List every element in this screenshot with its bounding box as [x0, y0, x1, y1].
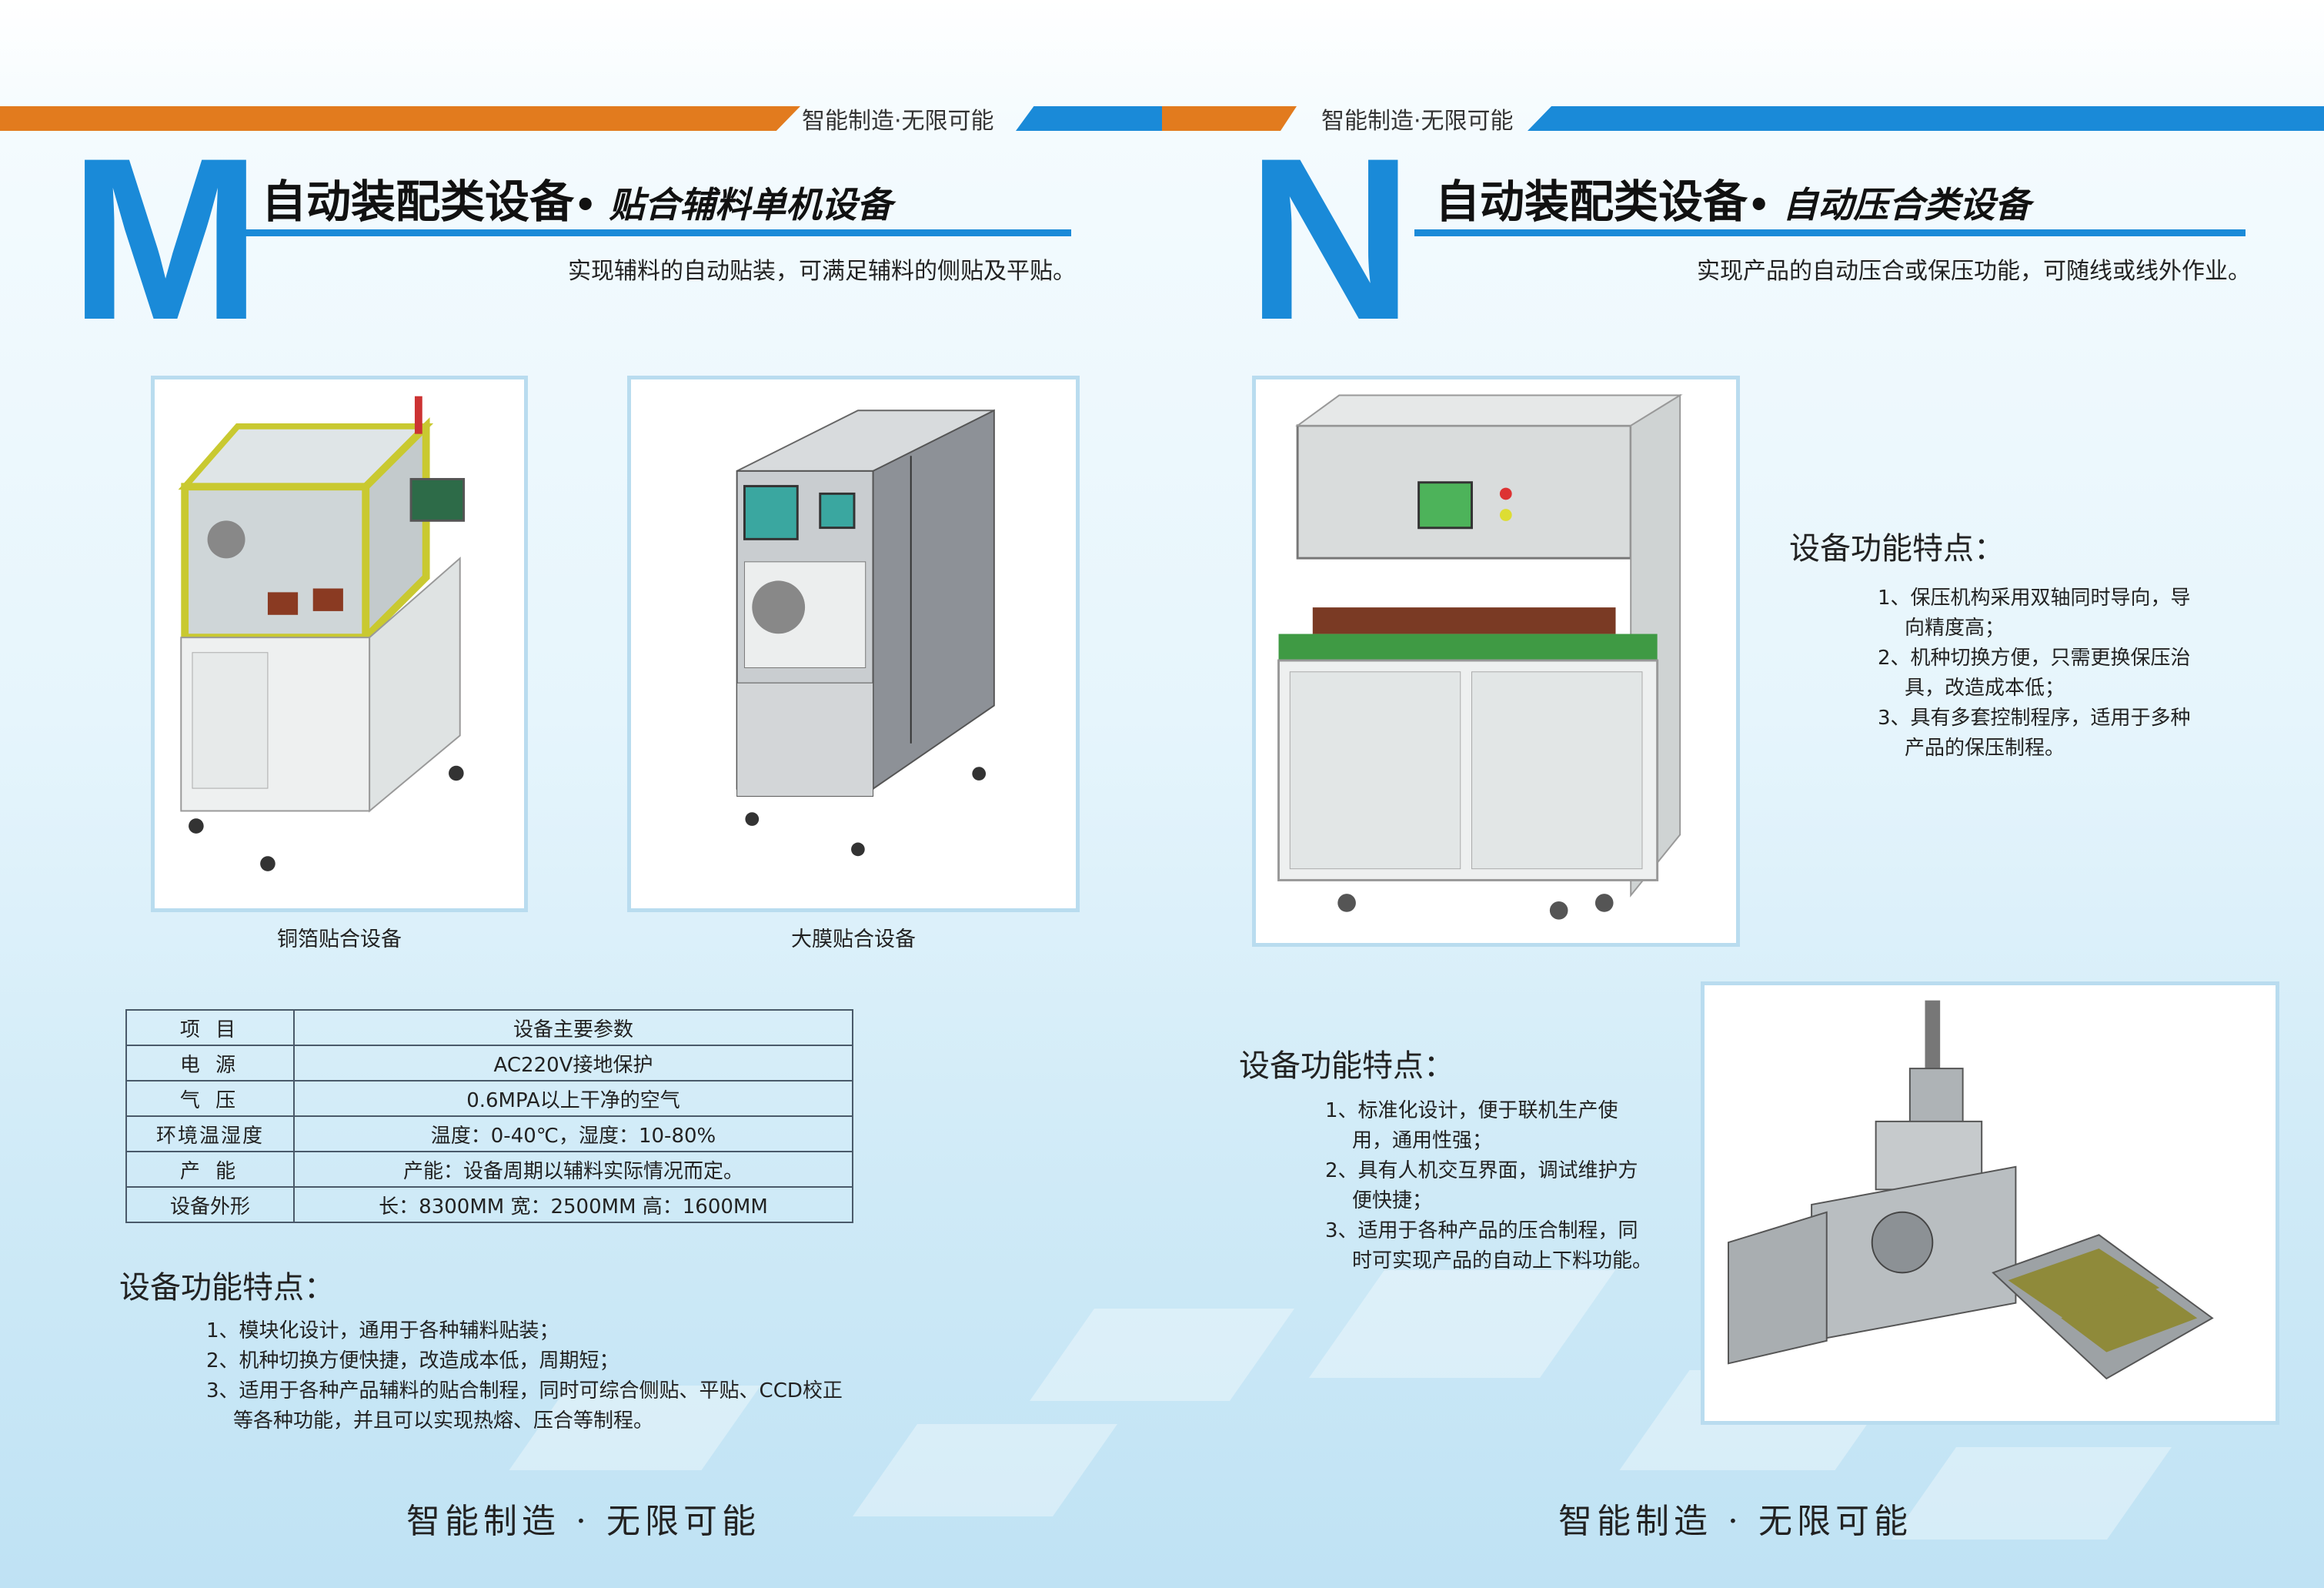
features-title: 设备功能特点： [1239, 1048, 1454, 1084]
table-row: 气 压 0.6MPA以上干净的空气 [125, 1080, 853, 1117]
list-item: 2、机种切换方便快捷，改造成本低，周期短； [206, 1349, 619, 1372]
table-row: 电 源 AC220V接地保护 [125, 1045, 853, 1082]
section-title-main: 自动装配类设备 [1435, 176, 1748, 228]
table-row: 环境温湿度 温度：0-40℃，湿度：10-80% [125, 1115, 853, 1152]
section-underline [240, 229, 1071, 236]
list-item: 3、适用于各种产品辅料的贴合制程，同时可综合侧贴、平贴、CCD校正 [206, 1379, 843, 1402]
list-item: 2、具有人机交互界面，调试维护方 [1325, 1159, 1638, 1182]
list-item: 产品的保压制程。 [1905, 737, 2065, 760]
list-item: 用，通用性强； [1352, 1129, 1493, 1152]
features-title: 设备功能特点： [119, 1270, 335, 1306]
section-underline [1414, 229, 2246, 236]
list-item: 便快捷； [1352, 1189, 1433, 1212]
table-cell: 产能：设备周期以辅料实际情况而定。 [293, 1151, 853, 1188]
top-stripe-blue-right [1528, 106, 2324, 131]
section-title-main: 自动装配类设备 [262, 176, 575, 228]
auto-press-line-image [1701, 981, 2279, 1425]
spec-table: 项 目 设备主要参数 电 源 AC220V接地保护 气 压 0.6MPA以上干净… [125, 1009, 853, 1223]
table-cell: 项 目 [125, 1009, 295, 1046]
list-item: 3、适用于各种产品的压合制程，同 [1325, 1219, 1638, 1242]
automatic-press-line-icon [1728, 1000, 2214, 1380]
bg-tile [1308, 1270, 1616, 1378]
table-cell: 产 能 [125, 1151, 295, 1188]
bg-tile [1029, 1309, 1295, 1401]
list-item: 3、具有多套控制程序，适用于多种 [1878, 707, 2191, 730]
list-item: 时可实现产品的自动上下料功能。 [1352, 1249, 1653, 1272]
list-item: 1、标准化设计，便于联机生产使 [1325, 1099, 1618, 1122]
table-cell: 温度：0-40℃，湿度：10-80% [293, 1115, 853, 1152]
table-cell: 环境温湿度 [125, 1115, 295, 1152]
section-subtitle: • 自动压合类设备 [1748, 184, 2031, 226]
features-title: 设备功能特点： [1789, 531, 2005, 567]
list-item: 1、模块化设计，通用于各种辅料贴装； [206, 1319, 559, 1342]
footer-slogan: 智能制造 · 无限可能 [1558, 1502, 1912, 1541]
table-row: 产 能 产能：设备周期以辅料实际情况而定。 [125, 1151, 853, 1188]
photo-caption: 铜箔贴合设备 [277, 928, 402, 951]
copper-foil-laminating-machine-image [151, 376, 528, 912]
pressure-holding-machine-icon [1277, 393, 1683, 920]
list-item: 等各种功能，并且可以实现热熔、压合等制程。 [233, 1409, 654, 1433]
table-cell: 0.6MPA以上干净的空气 [293, 1080, 853, 1117]
section-description: 实现产品的自动压合或保压功能，可随线或线外作业。 [1697, 258, 2251, 285]
section-title: 自动装配类设备• 贴合辅料单机设备 [262, 165, 892, 230]
section-letter-m: M [69, 109, 262, 368]
section-title: 自动装配类设备• 自动压合类设备 [1435, 165, 2030, 230]
bg-tile [1891, 1447, 2172, 1540]
list-item: 具，改造成本低； [1905, 677, 2065, 700]
table-header-row: 项 目 设备主要参数 [125, 1009, 853, 1046]
list-item: 1、保压机构采用双轴同时导向，导 [1878, 587, 2191, 610]
table-row: 设备外形 长：8300MM 宽：2500MM 高：1600MM [125, 1186, 853, 1223]
section-description: 实现辅料的自动贴装，可满足辅料的侧贴及平贴。 [568, 258, 1076, 285]
list-item: 2、机种切换方便，只需更换保压治 [1878, 647, 2191, 670]
table-cell: 设备主要参数 [293, 1009, 853, 1046]
large-film-laminating-machine-icon [736, 409, 995, 857]
header-tagline: 智能制造·无限可能 [802, 108, 994, 135]
large-film-laminating-machine-image [627, 376, 1080, 912]
copper-foil-laminating-machine-icon [178, 396, 466, 871]
press-fit-machine-image [1252, 376, 1740, 947]
photo-caption: 大膜贴合设备 [791, 928, 916, 951]
section-subtitle: • 贴合辅料单机设备 [574, 184, 893, 226]
list-item: 向精度高； [1905, 617, 2005, 640]
table-cell: 长：8300MM 宽：2500MM 高：1600MM [293, 1186, 853, 1223]
table-cell: AC220V接地保护 [293, 1045, 853, 1082]
footer-slogan: 智能制造 · 无限可能 [406, 1502, 760, 1541]
table-cell: 设备外形 [125, 1186, 295, 1223]
features-list: 1、保压机构采用双轴同时导向，导 向精度高； 2、机种切换方便，只需更换保压治 … [1878, 583, 2191, 764]
features-list: 1、模块化设计，通用于各种辅料贴装； 2、机种切换方便快捷，改造成本低，周期短；… [206, 1316, 843, 1436]
section-letter-n: N [1247, 109, 1414, 368]
features-list: 1、标准化设计，便于联机生产使 用，通用性强； 2、具有人机交互界面，调试维护方… [1325, 1096, 1652, 1276]
table-cell: 气 压 [125, 1080, 295, 1117]
top-stripe-blue-mid [1016, 106, 1166, 131]
bg-tile [852, 1424, 1118, 1516]
table-cell: 电 源 [125, 1045, 295, 1082]
